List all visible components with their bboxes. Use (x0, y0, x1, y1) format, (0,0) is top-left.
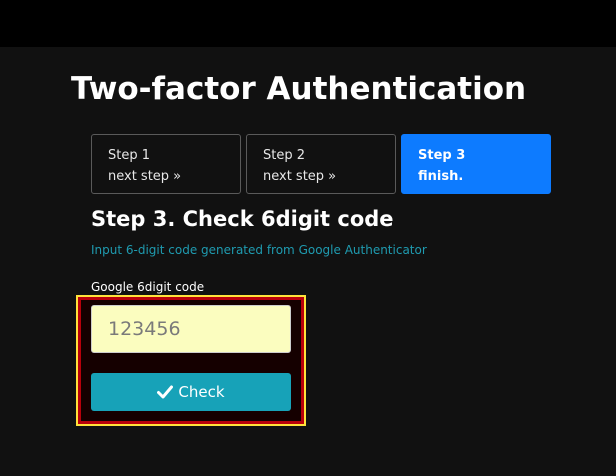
page-title: Two-factor Authentication (71, 71, 527, 107)
check-icon (157, 385, 174, 399)
check-button-label: Check (178, 383, 225, 401)
step-3-subtitle: finish. (418, 169, 464, 184)
check-button[interactable]: Check (91, 373, 291, 411)
step-3-tab-active[interactable]: Step 3 finish. (401, 134, 551, 194)
step-2-tab[interactable]: Step 2 next step » (246, 134, 396, 194)
step-2-subtitle: next step » (263, 169, 337, 184)
section-heading: Step 3. Check 6digit code (91, 207, 394, 231)
step-3-title: Step 3 (418, 148, 466, 163)
help-text: Input 6-digit code generated from Google… (91, 243, 427, 257)
code-field-label: Google 6digit code (91, 280, 205, 294)
code-input[interactable] (91, 305, 291, 353)
step-2-title: Step 2 (263, 148, 306, 163)
top-bar (0, 0, 616, 47)
step-1-tab[interactable]: Step 1 next step » (91, 134, 241, 194)
step-1-subtitle: next step » (108, 169, 182, 184)
step-1-title: Step 1 (108, 148, 151, 163)
